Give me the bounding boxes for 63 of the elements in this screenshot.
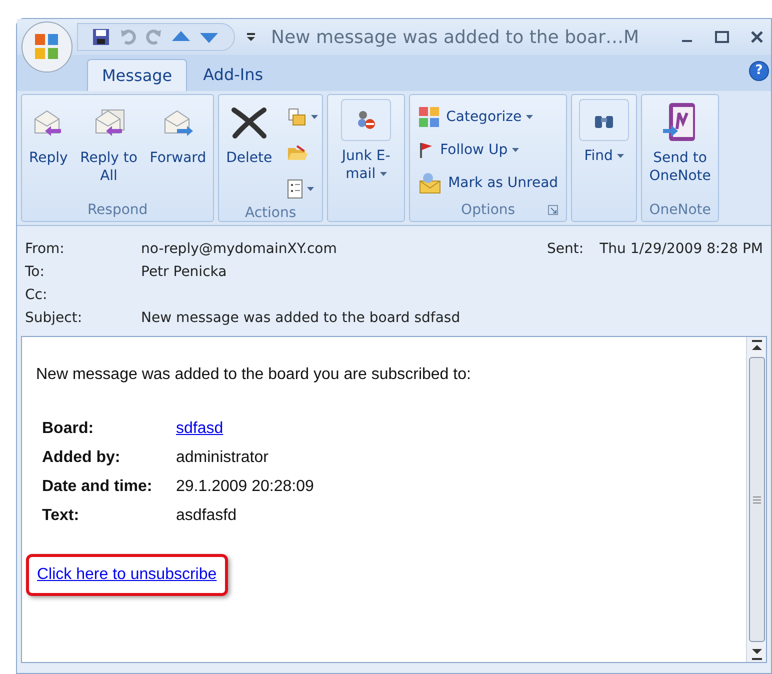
ribbon-button[interactable]: Forward xyxy=(146,99,210,199)
unsubscribe-link[interactable]: Click here to unsubscribe xyxy=(37,566,217,583)
caret-icon xyxy=(616,154,624,158)
ribbon-tab[interactable]: Add-Ins xyxy=(187,59,280,91)
board-link[interactable]: sdfasd xyxy=(176,417,224,441)
undo-icon[interactable] xyxy=(120,29,136,45)
ribbon-button[interactable]: Junk E-mail xyxy=(332,99,400,199)
delete-icon xyxy=(229,106,270,140)
ribbon-button[interactable]: Reply xyxy=(26,99,71,199)
ribbon-button[interactable]: Send to OneNote xyxy=(646,99,714,199)
junk-icon xyxy=(355,109,378,131)
caret-icon xyxy=(307,187,314,191)
ribbon-button[interactable]: Reply to All xyxy=(74,99,143,199)
document-list-icon xyxy=(287,179,304,199)
help-icon[interactable]: ? xyxy=(749,61,769,81)
header-value: New message was added to the board sdfasd xyxy=(141,309,460,328)
window-title: New message was added to the boar…M xyxy=(271,26,640,50)
caret-icon xyxy=(526,114,533,119)
maximize-icon[interactable] xyxy=(715,31,729,43)
redo-icon[interactable] xyxy=(146,29,162,45)
detail-value: 29.1.2009 20:28:09 xyxy=(176,477,314,497)
header-label: Cc: xyxy=(25,286,48,305)
detail-value: administrator xyxy=(176,448,268,468)
flag-icon xyxy=(418,141,434,159)
group-label: Actions xyxy=(245,204,296,223)
ribbon-tab[interactable]: Message xyxy=(87,59,188,91)
detail-label: Added by: xyxy=(42,448,122,468)
ribbon-button[interactable]: Delete xyxy=(223,99,276,203)
header-label: To: xyxy=(25,263,46,282)
detail-label: Board: xyxy=(42,419,95,439)
open-folder-icon xyxy=(287,144,310,162)
group-label: Respond xyxy=(87,200,148,220)
caret-icon xyxy=(380,172,387,176)
save-icon[interactable] xyxy=(92,28,110,46)
color-squares-icon xyxy=(418,106,440,128)
header-value: Thu 1/29/2009 8:28 PM xyxy=(600,240,763,259)
header-label: Subject: xyxy=(25,309,84,328)
caret-icon xyxy=(311,115,318,119)
header-label: From: xyxy=(25,240,66,259)
detail-label: Date and time: xyxy=(42,477,154,497)
move-to-folder-icon xyxy=(287,108,308,126)
detail-value: asdfasfd xyxy=(176,506,236,526)
customize-icon[interactable] xyxy=(247,32,255,42)
group-label: OneNote xyxy=(649,200,711,220)
header-label: Sent: xyxy=(547,240,584,259)
header-value: no-reply@mydomainXY.com xyxy=(141,240,337,259)
group-label: Options xyxy=(461,200,516,220)
dialog-launcher-icon[interactable] xyxy=(548,205,558,215)
scroll-thumb[interactable] xyxy=(748,357,764,642)
header-value: Petr Penicka xyxy=(141,263,227,282)
down-arrow-icon[interactable] xyxy=(200,31,218,43)
grip-icon xyxy=(752,496,760,504)
ribbon-button[interactable]: Follow Up xyxy=(418,136,558,164)
intro-text: New message was added to the board you are subscribed to: xyxy=(36,365,472,385)
envelope-icon xyxy=(418,172,442,194)
up-arrow-icon[interactable] xyxy=(172,31,190,43)
ribbon-button[interactable]: Categorize xyxy=(418,103,558,131)
close-icon[interactable] xyxy=(751,31,763,43)
ribbon-button[interactable]: Mark as Unread xyxy=(418,169,558,197)
detail-label: Text: xyxy=(42,506,80,526)
caret-icon xyxy=(512,148,519,152)
ribbon-button[interactable]: Find xyxy=(576,99,632,199)
scrollbar[interactable] xyxy=(746,337,766,662)
